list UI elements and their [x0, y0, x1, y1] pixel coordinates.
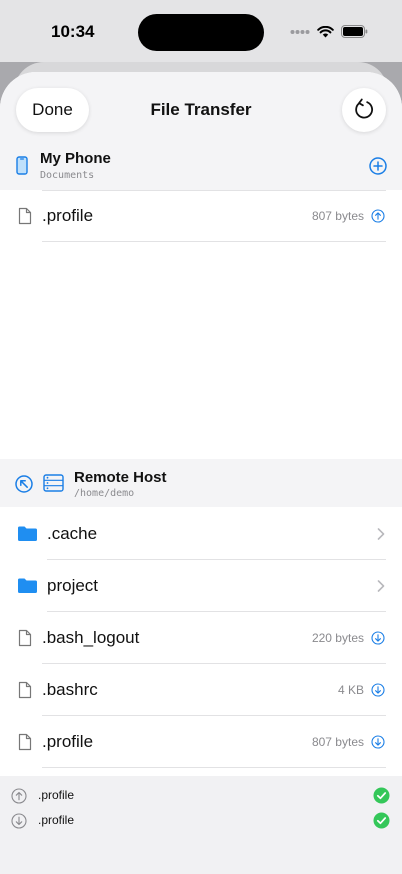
remote-path: /home/demo	[74, 488, 135, 499]
download-button[interactable]	[371, 683, 385, 697]
divider	[42, 767, 386, 768]
status-icons	[290, 25, 368, 38]
transfer-file-name: .profile	[38, 788, 75, 802]
remote-section-header: Remote Host /home/demo	[0, 459, 402, 507]
list-item[interactable]: .bash_logout 220 bytes	[0, 612, 402, 664]
folder-row[interactable]: project	[0, 560, 402, 612]
server-icon	[43, 474, 64, 492]
upload-button[interactable]	[371, 209, 385, 223]
upload-arrow-icon	[371, 209, 385, 223]
remote-title: Remote Host	[74, 469, 167, 486]
refresh-icon	[355, 98, 374, 119]
file-transfer-sheet: Done File Transfer My Phone Documents .p…	[0, 72, 402, 874]
chevron-right-icon	[377, 580, 385, 592]
download-button[interactable]	[371, 735, 385, 749]
folder-icon	[18, 526, 37, 541]
folder-name: project	[47, 576, 99, 595]
plus-circle-icon	[369, 157, 387, 175]
battery-icon	[341, 25, 368, 38]
list-item[interactable]: .profile 807 bytes	[0, 190, 402, 242]
download-arrow-icon	[371, 683, 385, 697]
file-name: .bash_logout	[42, 628, 140, 647]
transfer-item: .profile	[0, 809, 402, 833]
download-arrow-icon	[371, 735, 385, 749]
download-arrow-icon	[371, 631, 385, 645]
file-name: .bashrc	[42, 680, 98, 699]
folder-name: .cache	[47, 524, 98, 543]
transfer-file-name: .profile	[38, 813, 75, 827]
upload-arrow-icon	[11, 788, 27, 804]
file-icon	[18, 629, 32, 647]
file-icon	[18, 733, 32, 751]
local-path: Documents	[40, 170, 95, 181]
checkmark-circle-icon	[373, 787, 390, 804]
download-arrow-icon	[11, 813, 27, 829]
local-section-header: My Phone Documents	[0, 142, 402, 190]
cellular-signal-icon	[290, 29, 310, 34]
folder-icon	[18, 578, 37, 593]
folder-row[interactable]: .cache	[0, 508, 402, 560]
local-title: My Phone	[40, 150, 111, 167]
file-name: .profile	[42, 206, 94, 225]
list-item[interactable]: .profile 807 bytes	[0, 716, 402, 768]
transfer-queue: .profile .profile	[0, 776, 402, 874]
status-bar: 10:34	[0, 0, 402, 62]
checkmark-circle-icon	[373, 812, 390, 829]
arrow-up-left-circle-icon	[15, 475, 33, 493]
file-icon	[18, 207, 32, 225]
nav-bar: Done File Transfer	[0, 72, 402, 150]
dynamic-island	[138, 14, 264, 51]
divider	[42, 241, 386, 242]
file-size: 807 bytes	[311, 209, 364, 223]
file-size: 4 KB	[337, 683, 364, 697]
list-item[interactable]: .bashrc 4 KB	[0, 664, 402, 716]
divider	[42, 190, 386, 191]
chevron-right-icon	[377, 528, 385, 540]
file-name: .profile	[42, 732, 94, 751]
phone-icon	[16, 156, 28, 175]
transfer-item: .profile	[0, 784, 402, 808]
refresh-button[interactable]	[342, 88, 386, 132]
file-icon	[18, 681, 32, 699]
file-size: 807 bytes	[311, 735, 364, 749]
download-button[interactable]	[371, 631, 385, 645]
status-time: 10:34	[51, 22, 95, 41]
wifi-icon	[317, 25, 334, 37]
go-up-button[interactable]	[14, 474, 34, 494]
add-file-button[interactable]	[368, 156, 388, 176]
file-size: 220 bytes	[311, 631, 364, 645]
